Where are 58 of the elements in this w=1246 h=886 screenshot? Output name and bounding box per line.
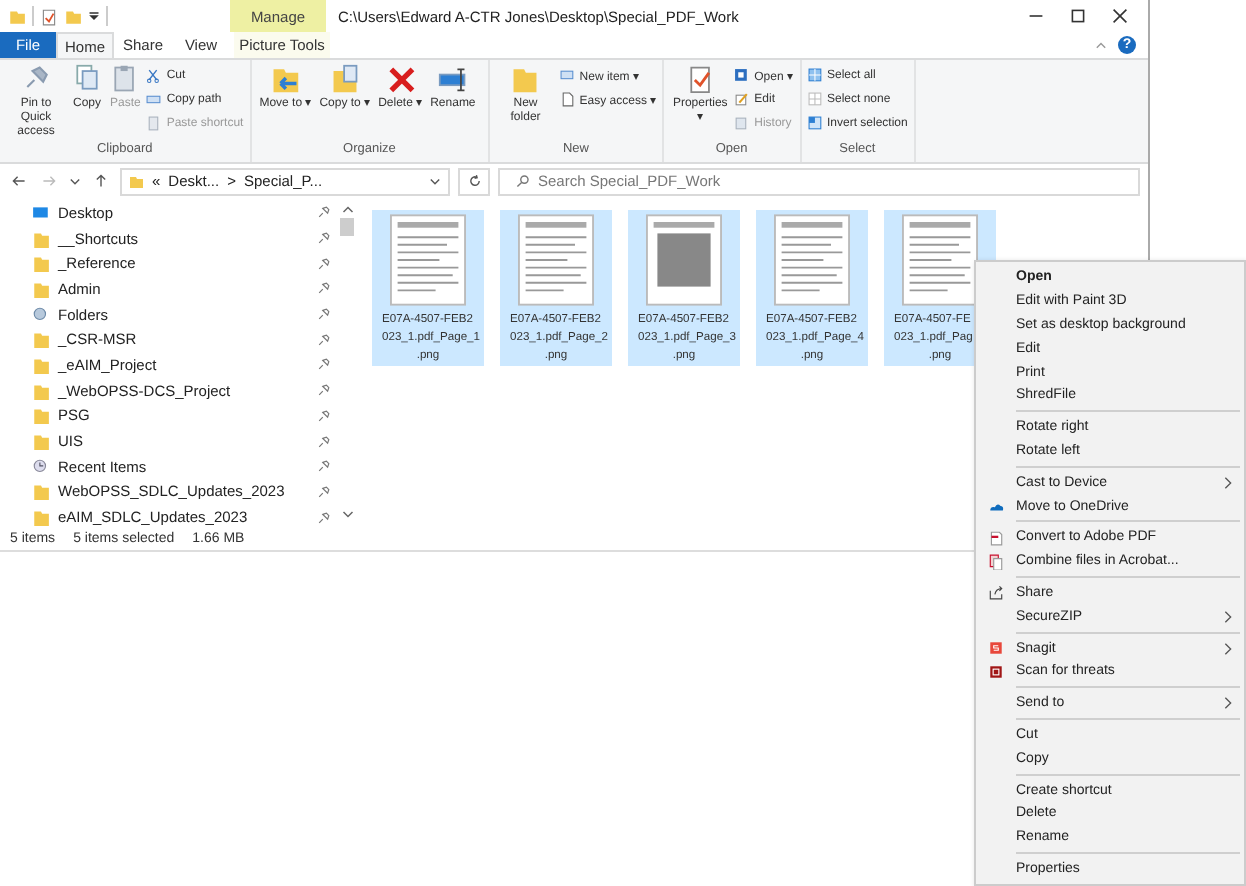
share-icon — [988, 584, 1004, 601]
pin-icon — [318, 409, 330, 422]
desktop-icon — [32, 203, 50, 222]
back-icon[interactable] — [12, 174, 26, 188]
document-thumbnail — [902, 214, 978, 306]
pin-icon — [318, 358, 330, 371]
close-icon[interactable] — [1112, 8, 1128, 24]
chevron-right-icon — [1224, 696, 1232, 711]
document-thumbnail — [518, 214, 594, 306]
up-icon[interactable] — [94, 174, 108, 188]
scissors-icon — [146, 67, 163, 83]
document-thumbnail — [646, 214, 722, 306]
pin-icon — [318, 232, 330, 245]
pin-icon — [318, 485, 330, 498]
select-none-icon — [807, 91, 823, 107]
pin-icon — [318, 435, 330, 448]
scroll-up-icon[interactable] — [341, 204, 353, 214]
rename-icon — [437, 64, 468, 94]
pin-icon — [318, 206, 330, 219]
open-icon — [734, 67, 751, 83]
maximize-icon[interactable] — [1070, 8, 1086, 24]
folder-icon — [510, 64, 541, 94]
search-icon — [516, 174, 530, 188]
delete-icon — [385, 64, 416, 94]
folder-icon — [128, 173, 144, 189]
square-s-icon — [988, 640, 1004, 657]
scroll-down-icon[interactable] — [341, 510, 353, 520]
dropdown-icon[interactable] — [88, 10, 100, 22]
document-thumbnail — [774, 214, 850, 306]
checklist-icon[interactable] — [40, 7, 58, 25]
folder-arrow-icon — [270, 64, 301, 94]
pin-icon — [318, 511, 330, 524]
pin-icon — [318, 384, 330, 397]
folder-pages-icon — [329, 64, 360, 94]
chevron-right-icon — [1224, 609, 1232, 624]
select-all-icon — [807, 67, 823, 83]
pin-icon — [318, 282, 330, 295]
documents-icon — [988, 553, 1004, 570]
chevron-down-icon[interactable] — [68, 174, 82, 188]
scroll-thumb[interactable] — [340, 218, 354, 236]
pin-icon — [318, 460, 330, 473]
collapse-icon[interactable] — [1094, 38, 1108, 52]
pencil-icon — [734, 91, 751, 107]
document-thumbnail — [390, 214, 466, 306]
pin-icon — [318, 308, 330, 321]
document-icon — [988, 529, 1004, 546]
chevron-right-icon — [1224, 475, 1232, 490]
document-icon — [559, 91, 576, 107]
clock-icon — [32, 457, 50, 476]
new-item-icon — [559, 67, 576, 83]
pin-icon — [318, 333, 330, 346]
network-icon — [32, 305, 50, 324]
invert-selection-icon — [807, 115, 823, 131]
refresh-button[interactable] — [458, 167, 490, 195]
refresh-icon — [467, 174, 481, 188]
pin-icon — [318, 257, 330, 270]
chevron-right-icon — [1224, 641, 1232, 656]
chevron-down-icon[interactable] — [428, 174, 442, 188]
